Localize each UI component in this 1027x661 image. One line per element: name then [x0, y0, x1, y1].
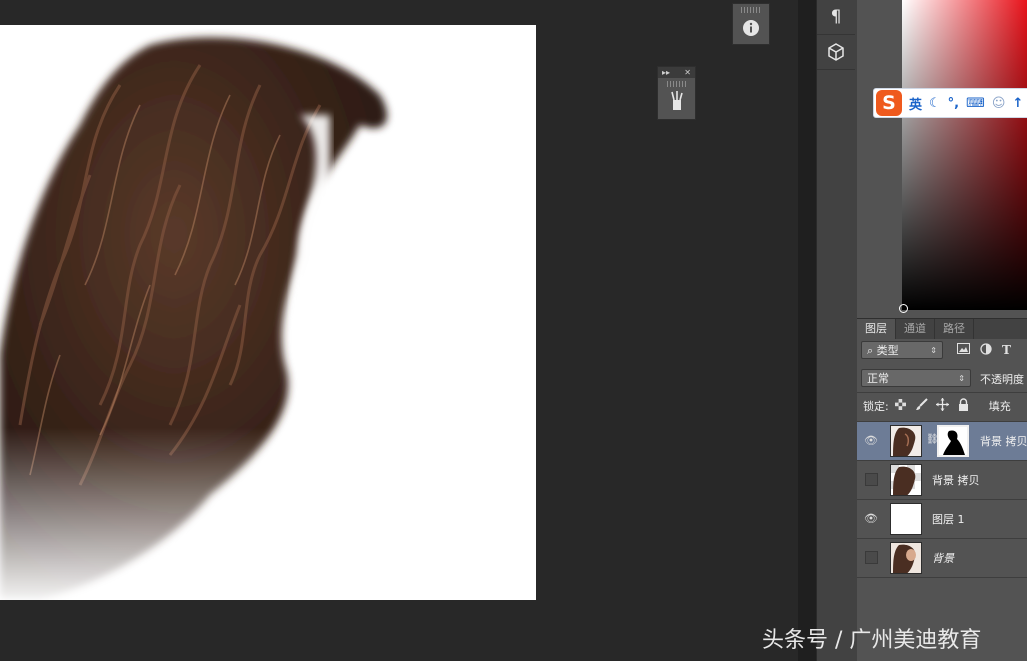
user-icon[interactable]: ☺ — [992, 96, 1006, 111]
adjustment-filter-icon[interactable] — [980, 342, 992, 358]
blend-mode-select[interactable]: 正常 ⇕ — [861, 369, 971, 387]
layer-thumbnail — [890, 542, 922, 574]
search-icon: ⌕ — [867, 344, 874, 357]
image-filter-icon[interactable] — [957, 343, 970, 357]
fill-label: 填充 — [988, 400, 1011, 413]
lock-transparent-icon[interactable] — [894, 399, 906, 413]
lock-all-icon[interactable] — [958, 398, 969, 414]
chevron-updown-icon: ⇕ — [958, 373, 965, 383]
ime-mode-label[interactable]: 英 — [909, 94, 922, 113]
info-icon[interactable] — [733, 13, 769, 43]
layer-row[interactable]: 背景 拷贝 — [857, 460, 1027, 499]
text-filter-icon[interactable]: T — [1002, 343, 1011, 357]
collapse-icon[interactable]: ▸▸ — [662, 68, 670, 77]
punctuation-icon[interactable]: °, — [948, 96, 959, 111]
layer-name[interactable]: 图层 1 — [932, 511, 965, 527]
color-panel-margin — [857, 0, 902, 310]
color-picker-field[interactable] — [899, 0, 1027, 313]
blend-mode-value: 正常 — [867, 372, 889, 385]
layer-name[interactable]: 背景 拷贝 — [980, 433, 1027, 449]
pilcrow-icon[interactable]: ¶ — [817, 0, 855, 35]
opacity-label: 不透明度 — [980, 373, 1024, 386]
layers-panel-tabs: 图层 通道 路径 — [857, 318, 1027, 339]
filter-label: 类型 — [876, 344, 899, 357]
lock-move-icon[interactable] — [935, 398, 949, 414]
layer-thumbnail — [890, 425, 922, 457]
lock-label: 锁定: — [863, 400, 889, 413]
tab-channels[interactable]: 通道 — [896, 319, 935, 339]
hair-photo — [0, 25, 536, 600]
ime-logo[interactable]: S — [876, 90, 902, 116]
layer-mask-thumbnail[interactable] — [937, 425, 969, 457]
layer-row[interactable]: 👁 ⛓ 背景 拷贝 — [857, 421, 1027, 460]
panel-header: ▸▸ ✕ — [658, 67, 695, 78]
visibility-toggle[interactable] — [863, 549, 879, 565]
watermark-text: 头条号 / 广州美迪教育 — [762, 628, 982, 653]
ime-toolbar[interactable]: S 英 ☾ °, ⌨ ☺ ↑ — [873, 88, 1027, 118]
eye-icon[interactable]: 👁 — [863, 432, 879, 448]
layer-thumbnail — [890, 464, 922, 496]
lock-brush-icon[interactable] — [915, 398, 928, 414]
filter-icons: T — [957, 342, 1027, 358]
brush-presets-panel[interactable]: ▸▸ ✕ — [657, 66, 696, 120]
document-canvas[interactable] — [0, 25, 536, 600]
layer-row[interactable]: 👁 图层 1 — [857, 499, 1027, 538]
eye-icon[interactable]: 👁 — [863, 510, 879, 526]
layer-name[interactable]: 背景 拷贝 — [932, 472, 980, 488]
moon-icon[interactable]: ☾ — [929, 96, 941, 111]
dock-divider[interactable] — [798, 0, 816, 661]
color-picker-cursor[interactable] — [899, 304, 908, 313]
visibility-toggle[interactable] — [863, 471, 879, 487]
info-panel[interactable] — [732, 3, 770, 45]
keyboard-icon[interactable]: ⌨ — [966, 96, 985, 111]
chevron-updown-icon: ⇕ — [930, 345, 937, 355]
lock-row: 锁定: 填充 — [857, 392, 1027, 419]
arrow-icon[interactable]: ↑ — [1012, 96, 1023, 111]
brush-presets-icon[interactable] — [658, 87, 695, 115]
tab-layers[interactable]: 图层 — [857, 319, 896, 339]
3d-cube-icon[interactable] — [817, 35, 855, 70]
close-icon[interactable]: ✕ — [684, 68, 691, 77]
layer-row[interactable]: 背景 — [857, 538, 1027, 578]
layer-name[interactable]: 背景 — [932, 550, 954, 566]
layer-filter-select[interactable]: ⌕ 类型 ⇕ — [861, 341, 943, 359]
layer-thumbnail — [890, 503, 922, 535]
panel-dock: ¶ — [816, 0, 858, 661]
tab-paths[interactable]: 路径 — [935, 319, 974, 339]
